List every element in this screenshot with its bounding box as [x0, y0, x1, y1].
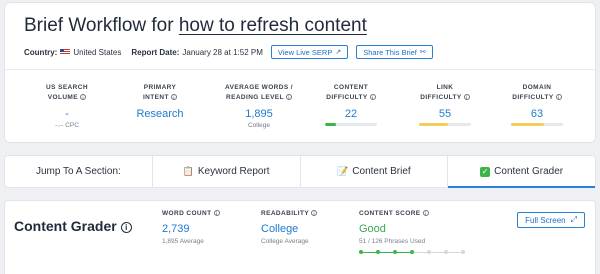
score-step-connector: [363, 251, 376, 253]
report-date-label: Report Date:: [131, 47, 180, 57]
info-icon[interactable]: i: [463, 93, 470, 100]
readability-average: College Average: [261, 238, 309, 245]
link-icon: ⚯: [419, 49, 426, 56]
view-live-serp-label: View Live SERP: [277, 47, 333, 57]
info-icon[interactable]: i: [555, 93, 562, 100]
tab-label: Content Grader: [494, 166, 564, 177]
tab-content-grader[interactable]: ✓ Content Grader: [448, 156, 595, 188]
score-step-connector: [397, 251, 410, 253]
readability-metric: READABILITY i College College Average: [261, 210, 318, 245]
metric-primary-intent: PRIMARY INTENT i Research: [120, 83, 200, 121]
score-step-dot: [461, 250, 465, 254]
metric-value: 22: [344, 108, 358, 120]
section-tabs: Jump To A Section: 📋 Keyword Report 📝 Co…: [4, 155, 596, 188]
word-count-metric: WORD COUNT i 2,739 1,895 Average: [162, 210, 220, 245]
metric-average-words: AVERAGE WORDS / READING LEVEL i 1,895 Co…: [219, 83, 299, 129]
metric-label: AVERAGE WORDS / READING LEVEL i: [225, 84, 293, 101]
tab-label: Keyword Report: [197, 166, 270, 177]
content-score-progress: [359, 250, 465, 254]
check-icon: ✓: [480, 166, 491, 177]
content-grader-card: Content Grader i WORD COUNT i 2,739 1,895…: [4, 200, 596, 274]
difficulty-bar-fill: [511, 123, 544, 126]
info-icon[interactable]: i: [286, 93, 293, 100]
metric-label: LINK DIFFICULTY i: [405, 83, 485, 102]
score-step-connector: [431, 251, 444, 253]
external-link-icon: ↗: [335, 49, 342, 56]
us-flag-icon: [60, 49, 71, 55]
info-icon[interactable]: i: [311, 210, 318, 216]
info-icon[interactable]: i: [369, 93, 376, 100]
keyword-report-icon: 📋: [182, 166, 194, 176]
score-step-connector: [414, 251, 427, 253]
difficulty-bar: [511, 123, 563, 126]
difficulty-bar-fill: [419, 123, 448, 126]
metric-search-volume: US SEARCH VOLUME i - -.-- CPC: [27, 83, 107, 129]
metric-value[interactable]: Research: [120, 107, 200, 121]
title-prefix: Brief Workflow for: [24, 15, 174, 36]
metric-value: 1,895: [245, 108, 273, 120]
info-icon[interactable]: i: [422, 210, 429, 216]
info-icon[interactable]: i: [80, 93, 87, 100]
word-count-average: 1,895 Average: [162, 238, 204, 245]
score-step-connector: [380, 251, 393, 253]
report-date-value: January 28 at 1:52 PM: [182, 47, 263, 57]
difficulty-bar: [419, 123, 471, 126]
country-value: United States: [73, 47, 122, 57]
metric-domain-difficulty: DOMAIN DIFFICULTY i 63: [497, 83, 577, 126]
difficulty-bar-fill: [325, 123, 337, 126]
share-brief-button[interactable]: Share This Brief ⚯: [356, 45, 433, 59]
metric-cpc: -.-- CPC: [55, 122, 79, 129]
info-icon[interactable]: i: [213, 210, 220, 216]
country-label: Country:: [24, 47, 58, 57]
content-score-value: Good: [359, 223, 386, 235]
difficulty-bar: [325, 123, 377, 126]
score-step-connector: [448, 251, 461, 253]
info-icon[interactable]: i: [171, 93, 178, 100]
tab-content-brief[interactable]: 📝 Content Brief: [301, 156, 449, 187]
metric-reading-level: College: [247, 122, 271, 129]
tab-keyword-report[interactable]: 📋 Keyword Report: [153, 156, 301, 187]
metric-link-difficulty: LINK DIFFICULTY i 55: [405, 83, 485, 126]
report-meta: Country: United States Report Date: Janu…: [24, 44, 433, 60]
tab-label: Content Brief: [352, 166, 411, 177]
content-score-metric: CONTENT SCORE i Good 51 / 126 Phrases Us…: [359, 210, 465, 254]
metric-value: 63: [530, 108, 544, 120]
header-divider: [5, 69, 595, 70]
metric-value: -: [65, 108, 69, 120]
metric-value: 55: [438, 108, 452, 120]
share-brief-label: Share This Brief: [363, 47, 417, 57]
full-screen-button[interactable]: Full Screen ⤢: [517, 212, 585, 228]
jump-to-section-label: Jump To A Section:: [5, 156, 153, 187]
metric-label: CONTENT DIFFICULTY i: [311, 83, 391, 102]
readability-value: College: [261, 223, 299, 235]
expand-icon: ⤢: [570, 215, 577, 224]
content-brief-icon: 📝: [337, 166, 349, 176]
keyword-link[interactable]: how to refresh content: [179, 15, 367, 36]
brief-header-card: Brief Workflow for how to refresh conten…: [4, 2, 596, 143]
info-icon[interactable]: i: [120, 222, 132, 233]
view-live-serp-button[interactable]: View Live SERP ↗: [270, 45, 349, 59]
metric-label: DOMAIN DIFFICULTY i: [497, 83, 577, 102]
metric-label: PRIMARY INTENT i: [142, 84, 178, 101]
metric-label: US SEARCH VOLUME i: [46, 84, 88, 101]
content-grader-title: Content Grader i: [14, 218, 132, 234]
phrases-used: 51 / 126 Phrases Used: [359, 238, 426, 245]
page-title: Brief Workflow for how to refresh conten…: [24, 15, 367, 37]
metric-content-difficulty: CONTENT DIFFICULTY i 22: [311, 83, 391, 126]
word-count-value: 2,739: [162, 223, 190, 235]
